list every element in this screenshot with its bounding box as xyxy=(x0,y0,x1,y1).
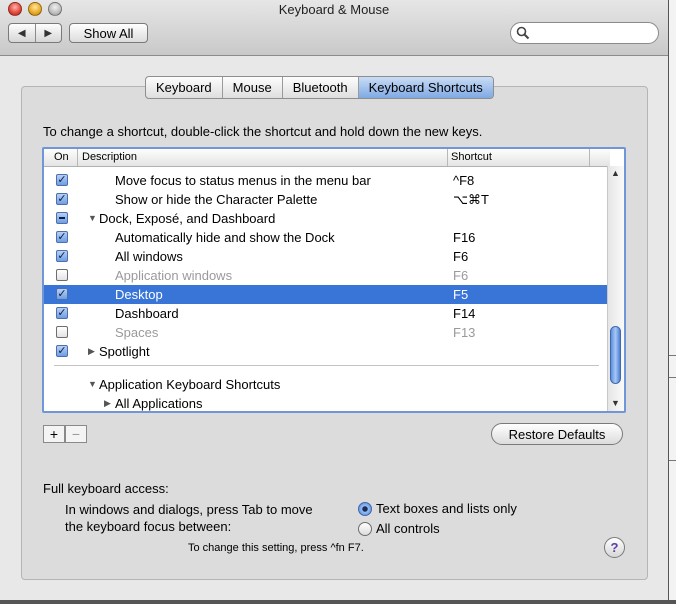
keyboard-access-help: In windows and dialogs, press Tab to mov… xyxy=(65,501,313,535)
shortcut-description: Automatically hide and show the Dock xyxy=(115,230,335,245)
shortcut-keys[interactable]: F13 xyxy=(453,323,475,342)
tab-mouse[interactable]: Mouse xyxy=(221,77,282,98)
radio-text-boxes-and-lists[interactable] xyxy=(358,502,372,516)
table-row[interactable]: ✓ All windows F6 xyxy=(44,247,610,266)
section-divider xyxy=(54,365,599,366)
remove-shortcut-button[interactable]: − xyxy=(65,425,87,443)
background-line xyxy=(669,377,676,378)
table-row[interactable]: ✓ Automatically hide and show the Dock F16 xyxy=(44,228,610,247)
show-all-button[interactable]: Show All xyxy=(69,23,148,43)
desktop-edge xyxy=(0,600,676,604)
scroll-up-icon[interactable]: ▲ xyxy=(611,168,620,178)
background-line xyxy=(669,460,676,461)
column-header-description[interactable]: Description xyxy=(82,150,137,165)
tab-keyboard-shortcuts[interactable]: Keyboard Shortcuts xyxy=(357,77,493,98)
column-divider xyxy=(77,149,78,166)
shortcut-keys[interactable]: F5 xyxy=(453,285,468,304)
table-row[interactable]: ✓ Dashboard F14 xyxy=(44,304,610,323)
column-header-shortcut[interactable]: Shortcut xyxy=(451,150,492,165)
table-row[interactable]: Spaces F13 xyxy=(44,323,610,342)
shortcut-keys[interactable]: F14 xyxy=(453,304,475,323)
shortcut-keys[interactable]: ⌥⌘T xyxy=(453,190,489,209)
table-row[interactable]: ▼ Application Keyboard Shortcuts xyxy=(44,375,610,394)
back-forward-control: ◀ ▶ xyxy=(8,23,62,43)
shortcut-description: Desktop xyxy=(115,287,163,302)
window-title: Keyboard & Mouse xyxy=(278,2,390,17)
shortcut-keys[interactable]: ^F8 xyxy=(453,171,474,190)
tab-bluetooth[interactable]: Bluetooth xyxy=(281,77,358,98)
scroll-down-icon[interactable]: ▼ xyxy=(611,398,620,408)
vertical-scrollbar[interactable]: ▲ ▼ xyxy=(607,166,624,411)
radio-label[interactable]: All controls xyxy=(376,521,440,536)
radio-all-controls[interactable] xyxy=(358,522,372,536)
add-shortcut-button[interactable]: + xyxy=(43,425,65,443)
shortcut-description: Spaces xyxy=(115,325,159,340)
background-line xyxy=(669,355,676,356)
enable-checkbox[interactable]: ✓ xyxy=(56,231,68,243)
column-divider xyxy=(589,149,590,166)
restore-defaults-button[interactable]: Restore Defaults xyxy=(491,423,623,445)
shortcut-keys[interactable]: F6 xyxy=(453,266,468,285)
shortcut-keys[interactable]: F16 xyxy=(453,228,475,247)
shortcut-description: Application windows xyxy=(115,268,233,283)
disclosure-expanded-icon[interactable]: ▼ xyxy=(88,375,97,394)
table-row[interactable]: ▶ All Applications xyxy=(44,394,610,411)
search-field[interactable] xyxy=(510,22,659,44)
back-icon[interactable]: ◀ xyxy=(9,24,35,42)
search-icon xyxy=(516,26,530,40)
instructions-text: To change a shortcut, double-click the s… xyxy=(43,124,483,139)
shortcut-description: Show or hide the Character Palette xyxy=(115,192,318,207)
title-bar: Keyboard & Mouse ◀ ▶ Show All xyxy=(0,0,668,56)
tab-bar: Keyboard Mouse Bluetooth Keyboard Shortc… xyxy=(145,76,494,99)
shortcut-description: Application Keyboard Shortcuts xyxy=(99,377,281,392)
keyboard-access-help-line: the keyboard focus between: xyxy=(65,519,232,534)
enable-checkbox[interactable]: ✓ xyxy=(56,307,68,319)
column-header-on[interactable]: On xyxy=(54,150,69,165)
scrollbar-thumb[interactable] xyxy=(610,326,621,384)
table-row[interactable]: ▼ Dock, Exposé, and Dashboard xyxy=(44,209,610,228)
table-row[interactable]: ✓ ▶ Spotlight xyxy=(44,342,610,361)
table-row[interactable]: ✓ Desktop F5 xyxy=(44,285,610,304)
disclosure-expanded-icon[interactable]: ▼ xyxy=(88,209,97,228)
enable-checkbox[interactable] xyxy=(56,212,68,224)
enable-checkbox[interactable]: ✓ xyxy=(56,345,68,357)
shortcuts-table[interactable]: On Description Shortcut ✓ Move focus to s… xyxy=(42,147,626,413)
keyboard-access-help-line: In windows and dialogs, press Tab to mov… xyxy=(65,502,313,517)
shortcut-description: Spotlight xyxy=(99,344,150,359)
full-keyboard-access-label: Full keyboard access: xyxy=(43,481,169,496)
disclosure-collapsed-icon[interactable]: ▶ xyxy=(88,342,95,361)
enable-checkbox[interactable]: ✓ xyxy=(56,250,68,262)
column-divider xyxy=(447,149,448,166)
enable-checkbox[interactable] xyxy=(56,269,68,281)
table-row[interactable]: Application windows F6 xyxy=(44,266,610,285)
shortcut-description: Dashboard xyxy=(115,306,179,321)
keyboard-access-note: To change this setting, press ^fn F7. xyxy=(188,542,364,554)
enable-checkbox[interactable]: ✓ xyxy=(56,288,68,300)
enable-checkbox[interactable] xyxy=(56,326,68,338)
disclosure-collapsed-icon[interactable]: ▶ xyxy=(104,394,111,411)
enable-checkbox[interactable]: ✓ xyxy=(56,193,68,205)
preferences-window: Keyboard & Mouse ◀ ▶ Show All Keyboard M… xyxy=(0,0,669,600)
enable-checkbox[interactable]: ✓ xyxy=(56,174,68,186)
help-button[interactable]: ? xyxy=(604,537,625,558)
shortcut-description: Move focus to status menus in the menu b… xyxy=(115,173,371,188)
shortcut-description: All Applications xyxy=(115,396,203,411)
table-row[interactable]: ✓ Move focus to status menus in the menu … xyxy=(44,171,610,190)
table-header: On Description Shortcut xyxy=(44,149,610,167)
table-row[interactable]: ✓ Show or hide the Character Palette ⌥⌘T xyxy=(44,190,610,209)
tab-keyboard[interactable]: Keyboard xyxy=(146,77,222,98)
shortcut-description: All windows xyxy=(115,249,183,264)
desktop-background xyxy=(669,0,676,604)
shortcut-keys[interactable]: F6 xyxy=(453,247,468,266)
shortcut-description: Dock, Exposé, and Dashboard xyxy=(99,211,276,226)
forward-icon[interactable]: ▶ xyxy=(34,24,62,42)
radio-label[interactable]: Text boxes and lists only xyxy=(376,501,517,516)
